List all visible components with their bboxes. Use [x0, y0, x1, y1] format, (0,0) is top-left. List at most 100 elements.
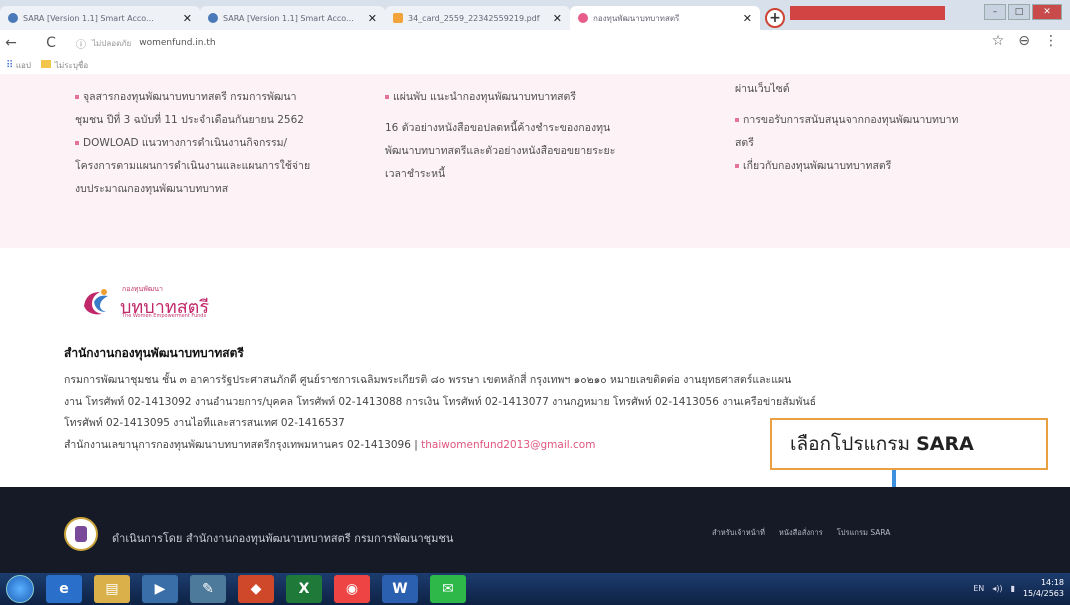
link-newsletter[interactable]: จุลสารกองทุนพัฒนาบทบาทสตรี กรมการพัฒนา — [75, 86, 375, 109]
link-request-support-cont[interactable]: สตรี — [735, 132, 1035, 155]
maximize-button[interactable]: □ — [1008, 4, 1030, 20]
contact-line-text: สำนักงานเลขานุการกองทุนพัฒนาบทบาทสตรีกรุ… — [64, 438, 418, 451]
fund-logo-icon — [84, 289, 108, 315]
paint-icon[interactable]: ✎ — [190, 575, 226, 603]
account-icon[interactable]: ⊖ — [1018, 33, 1030, 49]
link-text: จุลสารกองทุนพัฒนาบทบาทสตรี กรมการพัฒนา — [83, 91, 297, 103]
minimize-button[interactable]: – — [984, 4, 1006, 20]
link-newsletter-cont[interactable]: ชุมชน ปีที่ 3 ฉบับที่ 11 ประจำเดือนกันยา… — [75, 109, 375, 132]
new-tab-button[interactable]: + — [765, 8, 785, 28]
callout-prefix: เลือกโปรแกรม — [790, 433, 911, 455]
link-request-support[interactable]: การขอรับการสนับสนุนจากกองทุนพัฒนาบทบาท — [735, 109, 1035, 132]
sara-favicon-icon — [8, 13, 18, 23]
link-text: DOWLOAD แนวทางการดำเนินงานกิจกรรม/ — [83, 137, 288, 149]
excel-icon[interactable]: X — [286, 575, 322, 603]
contact-line: งาน โทรศัพท์ 02-1413092 งานอำนวยการ/บุคค… — [64, 395, 817, 408]
logo-english: The Women Empowerment Funds — [122, 313, 207, 319]
sara-favicon-icon — [208, 13, 218, 23]
link-download-guide[interactable]: DOWLOAD แนวทางการดำเนินงานกิจกรรม/ — [75, 132, 375, 155]
word-icon[interactable]: W — [382, 575, 418, 603]
tab-close-icon[interactable]: ✕ — [183, 12, 192, 25]
org-title: สำนักงานกองทุนพัฒนาบทบาทสตรี — [64, 346, 244, 360]
footer-links: สำหรับเจ้าหน้าที่ หนังสือสั่งการ โปรแกรม… — [712, 527, 890, 539]
link-download-guide-cont[interactable]: โครงการตามแผนการดำเนินงานและแผนการใช้จ่า… — [75, 155, 375, 178]
start-button[interactable] — [6, 575, 34, 603]
apps-bookmark[interactable]: ⠿ แอป — [6, 59, 31, 72]
media-player-icon[interactable]: ▶ — [142, 575, 178, 603]
link-text: โครงการตามแผนการดำเนินงานและแผนการใช้จ่า… — [75, 160, 311, 172]
ie-icon[interactable]: e — [46, 575, 82, 603]
links-column-3: ผ่านเว็บไซต์ การขอรับการสนับสนุนจากกองทุ… — [735, 78, 1035, 178]
reload-button[interactable]: C — [40, 35, 62, 51]
apps-grid-icon: ⠿ — [6, 59, 14, 71]
bookmark-folder[interactable]: ไม่ระบุชื่อ — [40, 59, 88, 72]
link-text: ผ่านเว็บไซต์ — [735, 83, 790, 95]
link-debt-letter-cont[interactable]: เวลาชำระหนี้ — [385, 163, 705, 186]
tab-close-icon[interactable]: ✕ — [553, 12, 562, 25]
browser-tab[interactable]: SARA [Version 1.1] Smart Acco... ✕ — [0, 6, 200, 30]
address-bar: ← C ⓘ ไม่ปลอดภัย womenfund.in.th ☆ ⊖ ⋮ — [0, 30, 1070, 56]
site-info-icon[interactable]: ⓘ — [76, 36, 86, 51]
link-text: การขอรับการสนับสนุนจากกองทุนพัฒนาบทบาท — [743, 114, 959, 126]
browser-tab-bar: SARA [Version 1.1] Smart Acco... ✕ SARA … — [0, 0, 1070, 30]
link-text: สตรี — [735, 137, 754, 149]
link-via-website[interactable]: ผ่านเว็บไซต์ — [735, 78, 1035, 101]
tab-close-icon[interactable]: ✕ — [743, 12, 752, 25]
tab-close-icon[interactable]: ✕ — [368, 12, 377, 25]
links-column-1: จุลสารกองทุนพัฒนาบทบาทสตรี กรมการพัฒนา ช… — [75, 86, 375, 201]
email-link[interactable]: thaiwomenfund2013@gmail.com — [421, 439, 595, 451]
browser-tab[interactable]: SARA [Version 1.1] Smart Acco... ✕ — [200, 6, 385, 30]
link-debt-letter-cont[interactable]: พัฒนาบทบาทสตรีและตัวอย่างหนังสือขอขยายระ… — [385, 140, 705, 163]
language-indicator[interactable]: EN — [973, 584, 984, 593]
folder-icon — [40, 59, 51, 68]
footer-link-sara[interactable]: โปรแกรม SARA — [837, 527, 891, 539]
bullet-icon — [75, 141, 79, 145]
callout-bold: SARA — [916, 433, 974, 455]
menu-icon[interactable]: ⋮ — [1044, 33, 1058, 49]
line-icon[interactable]: ✉ — [430, 575, 466, 603]
link-debt-letter[interactable]: 16 ตัวอย่างหนังสือขอปลดหนี้ค้างชำระของกอ… — [385, 117, 705, 140]
link-download-guide-cont[interactable]: งบประมาณกองทุนพัฒนาบทบาทส — [75, 178, 375, 201]
window-controls: – □ ✕ — [984, 4, 1062, 20]
annotation-callout: เลือกโปรแกรม SARA — [770, 418, 1048, 470]
close-window-button[interactable]: ✕ — [1032, 4, 1062, 20]
clock-time: 14:18 — [1040, 578, 1064, 587]
file-explorer-icon[interactable]: ▤ — [94, 575, 130, 603]
tab-title: กองทุนพัฒนาบทบาทสตรี — [593, 13, 680, 23]
document-links-section: จุลสารกองทุนพัฒนาบทบาทสตรี กรมการพัฒนา ช… — [0, 74, 1070, 248]
back-button[interactable]: ← — [0, 35, 22, 51]
site-footer: ดำเนินการโดย สำนักงานกองทุนพัฒนาบทบาทสตร… — [0, 487, 1070, 573]
bullet-icon — [385, 95, 389, 99]
bullet-icon — [735, 118, 739, 122]
address-actions: ☆ ⊖ ⋮ — [992, 33, 1058, 49]
network-icon[interactable]: ▮ — [1011, 584, 1015, 593]
tab-title: SARA [Version 1.1] Smart Acco... — [223, 13, 354, 23]
url-input[interactable]: womenfund.in.th — [139, 38, 215, 48]
browser-tab-active[interactable]: กองทุนพัฒนาบทบาทสตรี ✕ — [570, 6, 760, 30]
link-text: เกี่ยวกับกองทุนพัฒนาบทบาทสตรี — [743, 160, 892, 172]
bookmark-star-icon[interactable]: ☆ — [992, 33, 1005, 49]
system-tray: EN ◂)) ▮ 14:18 15/4/2563 — [973, 577, 1064, 599]
department-emblem-icon — [64, 517, 98, 551]
tab-title: 34_card_2559_22342559219.pdf — [408, 13, 540, 23]
link-brochure[interactable]: แผ่นพับ แนะนำกองทุนพัฒนาบทบาทสตรี — [385, 86, 705, 109]
volume-icon[interactable]: ◂)) — [992, 584, 1002, 593]
womenfund-favicon-icon — [578, 13, 588, 23]
link-text: เวลาชำระหนี้ — [385, 168, 446, 180]
chrome-icon[interactable]: ◉ — [334, 575, 370, 603]
bookmarks-bar: ⠿ แอป ไม่ระบุชื่อ — [0, 56, 1070, 74]
browser-tab[interactable]: 34_card_2559_22342559219.pdf ✕ — [385, 6, 570, 30]
link-text: งบประมาณกองทุนพัฒนาบทบาทส — [75, 183, 229, 195]
pdf-favicon-icon — [393, 13, 403, 23]
clock[interactable]: 14:18 15/4/2563 — [1023, 577, 1064, 599]
link-text: 16 ตัวอย่างหนังสือขอปลดหนี้ค้างชำระของกอ… — [385, 122, 611, 134]
footer-link-orders[interactable]: หนังสือสั่งการ — [779, 527, 823, 539]
fund-logo[interactable]: กองทุนพัฒนา บทบาทสตรี The Women Empowerm… — [78, 282, 248, 322]
footer-link-staff[interactable]: สำหรับเจ้าหน้าที่ — [712, 527, 765, 539]
tab-bar-highlight — [790, 6, 945, 20]
brave-icon[interactable]: ◆ — [238, 575, 274, 603]
windows-taskbar: e ▤ ▶ ✎ ◆ X ◉ W ✉ EN ◂)) ▮ 14:18 15/4/25… — [0, 573, 1070, 605]
apps-label: แอป — [15, 60, 31, 70]
link-about-fund[interactable]: เกี่ยวกับกองทุนพัฒนาบทบาทสตรี — [735, 155, 1035, 178]
bullet-icon — [75, 95, 79, 99]
